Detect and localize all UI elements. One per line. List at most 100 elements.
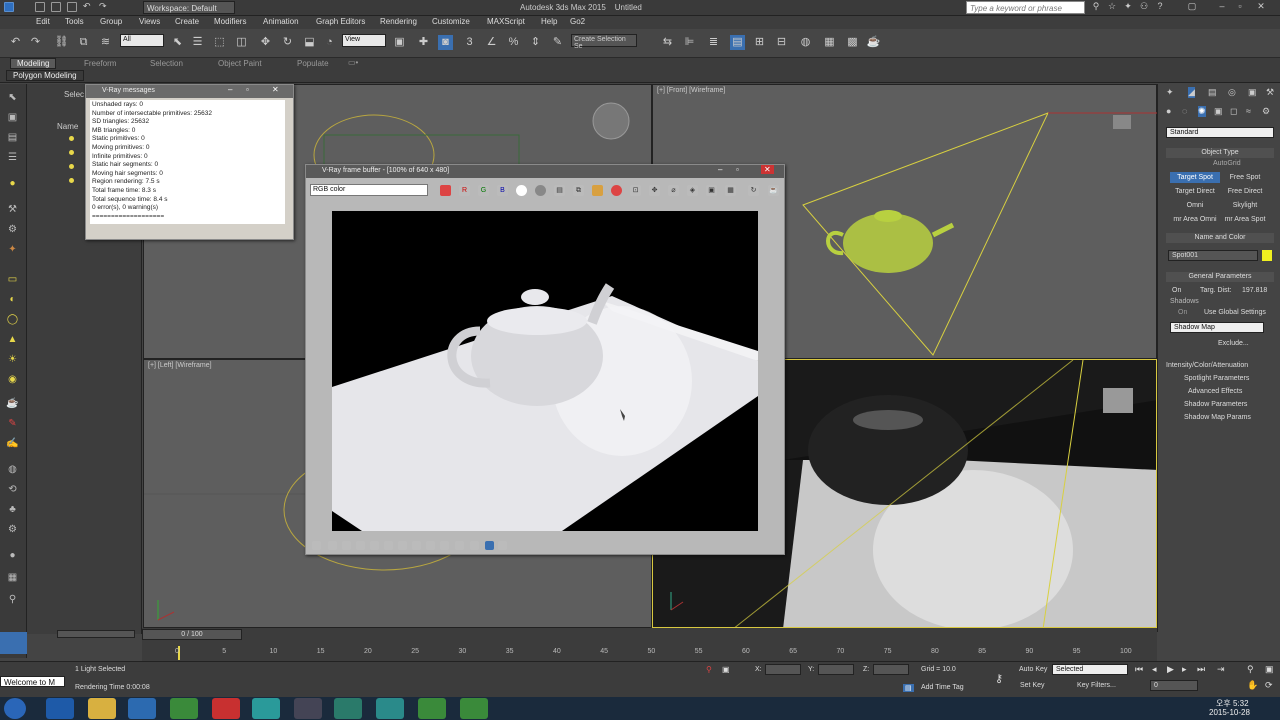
explorer-icon[interactable]	[88, 698, 116, 719]
app-icon[interactable]	[460, 698, 488, 719]
copy-icon[interactable]: ▣	[706, 185, 717, 196]
rollout-intensity[interactable]: Intensity/Color/Attenuation	[1166, 362, 1248, 373]
name-column-header[interactable]: Name	[57, 122, 78, 131]
spacewarp-icon[interactable]: ✦	[5, 244, 20, 257]
menu-item-modifiers[interactable]: Modifiers	[214, 17, 246, 26]
app-icon[interactable]	[418, 698, 446, 719]
menu-item-rendering[interactable]: Rendering	[380, 17, 417, 26]
teapot-icon[interactable]: ☕	[5, 398, 20, 411]
color-wheel-icon[interactable]	[440, 185, 451, 196]
stamp-icon[interactable]	[498, 541, 507, 550]
new-file-icon[interactable]	[35, 2, 45, 12]
object-color-swatch[interactable]	[1262, 250, 1272, 261]
ribbon-tab-freeform[interactable]: Freeform	[84, 59, 116, 70]
star-icon[interactable]: ☆	[1106, 1, 1118, 13]
light-icon[interactable]: ●	[5, 178, 20, 191]
free-spot-button[interactable]: Free Spot	[1220, 172, 1270, 183]
edit-named-sets-icon[interactable]: ✎	[550, 35, 565, 50]
light-type-dropdown[interactable]: Standard	[1166, 127, 1274, 138]
menu-item-animation[interactable]: Animation	[263, 17, 299, 26]
save-image-icon[interactable]: ▤	[554, 185, 565, 196]
mono-icon[interactable]	[535, 185, 546, 196]
mr-area-spot-button[interactable]: mr Area Spot	[1220, 214, 1270, 225]
workspace-dropdown[interactable]: Workspace: Default	[143, 1, 235, 14]
ribbon-tab-object-paint[interactable]: Object Paint	[218, 59, 262, 70]
cone-icon[interactable]: ▲	[5, 334, 20, 347]
z-coord-input[interactable]	[873, 664, 909, 675]
snaps-toggle-icon[interactable]: 3	[462, 35, 477, 50]
geometry-icon[interactable]: ●	[1166, 106, 1171, 116]
binoculars-icon[interactable]: ⚲	[1090, 1, 1102, 13]
close-icon[interactable]: ✕	[1255, 1, 1267, 13]
object-name-input[interactable]: Spot001	[1168, 250, 1258, 261]
target-spot-button[interactable]: Target Spot	[1170, 172, 1220, 183]
brush-icon[interactable]: ✍	[5, 438, 20, 451]
isolate-icon[interactable]: ⚲	[706, 665, 712, 674]
help-icon[interactable]: ?	[1154, 1, 1166, 13]
ribbon-options-icon[interactable]: ▭•	[348, 58, 358, 69]
rollout-shadow-map-params[interactable]: Shadow Map Params	[1184, 414, 1251, 425]
select-icon[interactable]: ⬉	[5, 92, 20, 105]
omni-button[interactable]: Omni	[1170, 200, 1220, 211]
curve-icon[interactable]	[384, 541, 393, 550]
helpers-icon[interactable]: ⚙	[5, 224, 20, 237]
rollout-shadow-params[interactable]: Shadow Parameters	[1184, 401, 1247, 412]
y-coord-input[interactable]	[818, 664, 854, 675]
levels-icon[interactable]	[370, 541, 379, 550]
reference-coord-dropdown[interactable]: View	[342, 34, 386, 47]
layer-manager-icon[interactable]: ≣	[706, 35, 721, 50]
save-icon[interactable]	[67, 2, 77, 12]
light-bulb-icon[interactable]	[69, 164, 74, 169]
menu-item-views[interactable]: Views	[139, 17, 160, 26]
list-icon[interactable]: ☰	[5, 152, 20, 165]
current-frame-input[interactable]: 0	[1150, 680, 1198, 691]
pixel-info-icon[interactable]	[455, 541, 464, 550]
app-icon[interactable]	[212, 698, 240, 719]
minimize-icon[interactable]: –	[228, 85, 232, 94]
key-mode-toggle-icon[interactable]: ⇥	[1217, 664, 1225, 675]
select-by-name-icon[interactable]: ☰	[190, 35, 205, 50]
cycle-icon[interactable]: ⟲	[5, 484, 20, 497]
named-selection-dropdown[interactable]: Create Selection Se	[571, 34, 637, 50]
redo-icon[interactable]: ↷	[28, 35, 43, 50]
app-icon[interactable]	[334, 698, 362, 719]
key-icon[interactable]: ⚷	[995, 672, 1003, 685]
viewport-label-front[interactable]: [+] [Front] [Wireframe]	[657, 87, 725, 94]
time-tag-icon[interactable]: ▤	[903, 684, 914, 692]
display-tab-icon[interactable]: ▣	[1248, 87, 1257, 98]
skylight-button[interactable]: Skylight	[1220, 200, 1270, 211]
shapes-icon[interactable]: ◌	[1182, 106, 1187, 116]
compare-icon[interactable]	[342, 541, 351, 550]
media-player-icon[interactable]	[128, 698, 156, 719]
rect-selection-icon[interactable]: ⬚	[212, 35, 227, 50]
green-channel-button[interactable]: G	[478, 185, 489, 196]
target-direct-button[interactable]: Target Direct	[1170, 186, 1220, 197]
color-clamp-icon[interactable]	[485, 541, 494, 550]
auto-key-button[interactable]: Auto Key	[1019, 666, 1047, 673]
menu-item-graph-editors[interactable]: Graph Editors	[316, 17, 365, 26]
menu-item-maxscript[interactable]: MAXScript	[487, 17, 525, 26]
bind-space-warp-icon[interactable]: ≋	[98, 35, 113, 50]
undo-icon[interactable]: ↶	[83, 1, 93, 11]
tool-icon[interactable]: ⚙	[5, 524, 20, 537]
clear-image-icon[interactable]	[592, 185, 603, 196]
exposure-icon[interactable]	[356, 541, 365, 550]
sun-icon[interactable]: ☀	[5, 354, 20, 367]
ribbon-toggle-icon[interactable]: ▤	[730, 35, 745, 50]
torus-icon[interactable]: ◯	[5, 314, 20, 327]
manipulate-icon[interactable]: ✚	[416, 35, 431, 50]
light-on-checkbox[interactable]: On	[1172, 287, 1181, 294]
percent-snap-icon[interactable]: %	[506, 35, 521, 50]
object-type-rollout[interactable]: Object Type	[1166, 148, 1274, 158]
autogrid-checkbox[interactable]: AutoGrid	[1213, 160, 1241, 167]
pin-icon[interactable]: ⚲	[5, 594, 20, 607]
goto-end-icon[interactable]: ⏭	[1197, 664, 1205, 675]
render-setup-icon[interactable]: ▦	[822, 35, 837, 50]
history-next-icon[interactable]	[328, 541, 337, 550]
pivot-icon[interactable]: ▣	[392, 35, 407, 50]
ie-icon[interactable]	[46, 698, 74, 719]
helpers-icon[interactable]: ◻	[1230, 106, 1237, 117]
unlink-icon[interactable]: ⧉	[76, 35, 91, 50]
prev-frame-icon[interactable]: ◂	[1152, 664, 1157, 675]
bones-icon[interactable]: ⚒	[5, 204, 20, 217]
